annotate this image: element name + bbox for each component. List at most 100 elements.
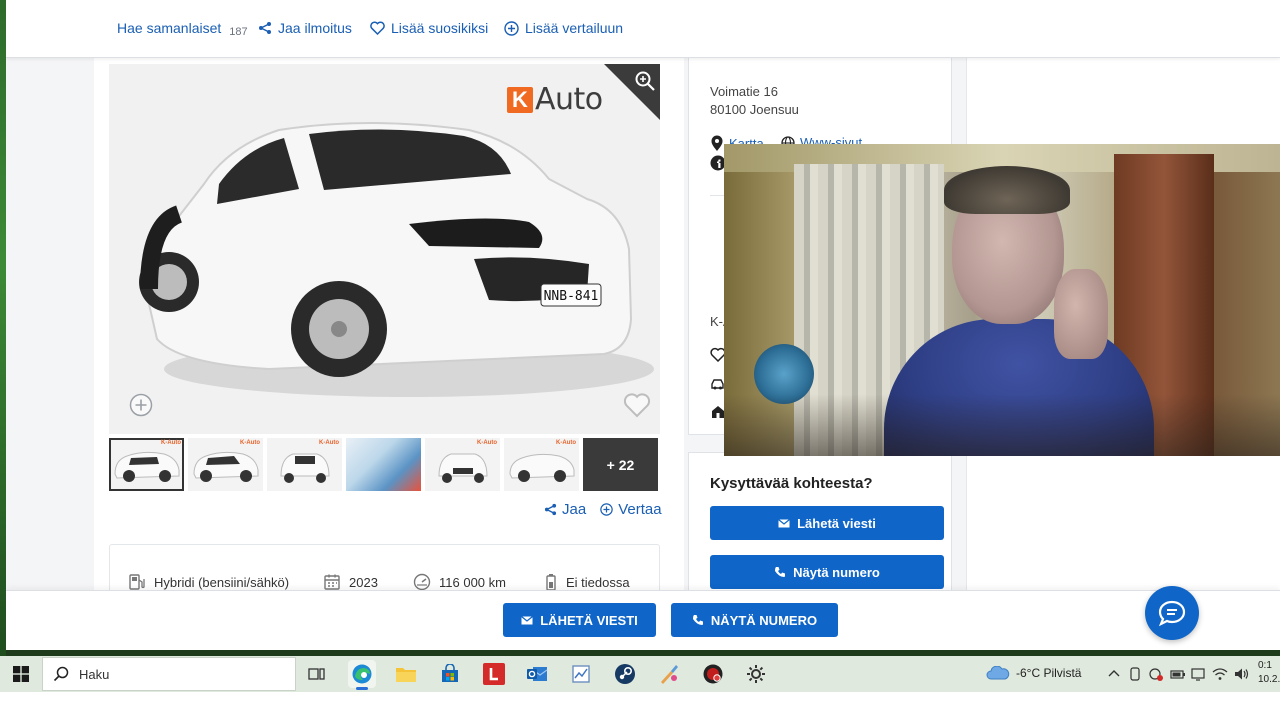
main-car-photo[interactable]: NNB-841 K Auto <box>109 64 660 434</box>
letterbox-strip <box>0 692 1280 720</box>
outlook-icon[interactable] <box>523 660 551 688</box>
spec-year: 2023 <box>323 573 378 591</box>
thumbnail[interactable]: K-Auto <box>109 438 184 491</box>
thumbnail-logo: K-Auto <box>477 440 497 446</box>
k-auto-logo: K Auto <box>507 82 603 117</box>
plus-circle-icon <box>600 503 613 516</box>
clock-date: 10.2.2 <box>1258 674 1280 685</box>
show-number-label: Näytä numero <box>793 564 880 580</box>
thumbnail-logo: K-Auto <box>556 440 576 446</box>
map-pin-icon <box>710 135 724 152</box>
spec-mileage-value: 116 000 km <box>439 574 506 590</box>
phone-icon <box>774 566 786 578</box>
record-app-icon[interactable] <box>699 660 727 688</box>
spec-battery: Ei tiedossa <box>544 573 630 591</box>
windows-taskbar: Haku -6°C Pilvistä 0:1 10.2.2 <box>0 656 1280 692</box>
contact-title: Kysyttävää kohteesta? <box>710 475 873 492</box>
start-button[interactable] <box>0 656 42 692</box>
calendar-icon <box>323 573 341 591</box>
share-link[interactable]: Jaa <box>544 501 586 518</box>
spec-battery-value: Ei tiedossa <box>566 574 630 590</box>
envelope-icon <box>778 518 790 528</box>
webcam-person-hand <box>1054 269 1108 359</box>
system-clock[interactable]: 0:1 10.2.2 <box>1258 659 1280 687</box>
thumbnail[interactable]: K-Auto <box>425 438 500 491</box>
find-similar-label: Hae samanlaiset <box>117 20 222 36</box>
k-auto-logo-text: Auto <box>535 82 603 117</box>
share-listing-link[interactable]: Jaa ilmoitus <box>258 20 352 36</box>
battery-tray-icon[interactable] <box>1170 667 1185 681</box>
find-similar-link[interactable]: Hae samanlaiset 187 <box>117 20 248 38</box>
webcam-person-hair <box>944 166 1070 214</box>
thumbnail-logo: K-Auto <box>319 440 339 446</box>
webcam-overlay <box>724 144 1280 456</box>
file-explorer-icon[interactable] <box>392 660 420 688</box>
spec-fuel-value: Hybridi (bensiini/sähkö) <box>154 574 290 590</box>
share-label: Jaa <box>562 501 587 518</box>
cta-send-message-label: LÄHETÄ VIESTI <box>540 612 638 628</box>
envelope-icon <box>521 615 534 625</box>
thumbnail-logo: K-Auto <box>161 440 181 446</box>
share-compare-row: Jaa Vertaa <box>544 501 662 518</box>
thumbnail[interactable]: K-Auto <box>188 438 263 491</box>
dealer-street: Voimatie 16 <box>710 84 778 99</box>
windows-logo-icon <box>13 666 29 682</box>
weather-widget[interactable]: -6°C Pilvistä <box>986 666 1081 680</box>
compare-link[interactable]: Vertaa <box>600 501 662 518</box>
listing-action-bar: Hae samanlaiset 187 Jaa ilmoitus Lisää su… <box>6 0 1280 58</box>
settings-gear-icon[interactable] <box>742 660 770 688</box>
tray-app-icon[interactable] <box>1128 667 1142 681</box>
chat-icon <box>1157 599 1187 627</box>
similar-count: 187 <box>229 26 248 38</box>
search-icon <box>53 666 69 682</box>
send-message-label: Lähetä viesti <box>797 515 876 531</box>
display-tray-icon[interactable] <box>1191 667 1205 681</box>
weather-text: -6°C Pilvistä <box>1016 666 1082 680</box>
edge-browser-icon[interactable] <box>348 660 376 690</box>
license-plate: NNB-841 <box>544 289 599 304</box>
thumbnail-strip: K-Auto K-Auto K-Auto K-Auto K-Auto + 22 <box>109 438 660 492</box>
webcam-floor-shadow <box>724 394 1280 456</box>
taskbar-search-placeholder: Haku <box>79 666 110 682</box>
wifi-icon[interactable] <box>1212 667 1228 681</box>
volume-icon[interactable] <box>1234 667 1249 681</box>
thumbnail[interactable]: K-Auto <box>504 438 579 491</box>
add-favorite-label: Lisää suosikiksi <box>391 20 489 36</box>
cta-show-number-button[interactable]: NÄYTÄ NUMERO <box>671 603 838 637</box>
send-message-button[interactable]: Lähetä viesti <box>710 506 944 540</box>
share-listing-label: Jaa ilmoitus <box>278 20 352 36</box>
plus-circle-icon <box>504 20 519 36</box>
add-favorite-link[interactable]: Lisää suosikiksi <box>370 20 488 36</box>
thumbnail[interactable]: K-Auto <box>267 438 342 491</box>
steam-icon[interactable] <box>611 660 639 688</box>
l-app-icon[interactable] <box>480 660 508 688</box>
tray-cloud-icon[interactable] <box>1149 667 1163 681</box>
store-icon[interactable] <box>436 660 464 688</box>
add-circle-icon[interactable] <box>129 393 153 417</box>
dealer-city: 80100 Joensuu <box>710 102 799 117</box>
favorite-heart-icon[interactable] <box>623 392 651 418</box>
chevron-up-icon[interactable] <box>1107 667 1121 681</box>
task-view-icon[interactable] <box>303 660 331 688</box>
phone-icon <box>692 614 704 626</box>
cta-send-message-button[interactable]: LÄHETÄ VIESTI <box>503 603 656 637</box>
share-icon <box>544 503 557 516</box>
taskbar-search[interactable]: Haku <box>42 657 296 691</box>
paint-brush-icon[interactable] <box>655 660 683 688</box>
zoom-in-icon[interactable] <box>634 70 656 92</box>
car-image: NNB-841 <box>139 122 654 397</box>
fuel-pump-icon <box>128 573 146 591</box>
spec-year-value: 2023 <box>349 574 378 590</box>
paint-app-icon[interactable] <box>567 660 595 688</box>
cloud-icon <box>986 666 1010 680</box>
chat-button[interactable] <box>1145 586 1199 640</box>
sticky-cta-bar: LÄHETÄ VIESTI NÄYTÄ NUMERO <box>6 590 1280 650</box>
browser-window: Hae samanlaiset 187 Jaa ilmoitus Lisää su… <box>6 0 1280 650</box>
more-photos-button[interactable]: + 22 <box>583 438 658 491</box>
spec-fuel: Hybridi (bensiini/sähkö) <box>128 573 289 591</box>
add-compare-link[interactable]: Lisää vertailuun <box>504 20 623 36</box>
k-auto-logo-k: K <box>507 86 533 113</box>
thumbnail-promo[interactable] <box>346 438 421 491</box>
show-number-button[interactable]: Näytä numero <box>710 555 944 589</box>
battery-icon <box>544 573 558 591</box>
